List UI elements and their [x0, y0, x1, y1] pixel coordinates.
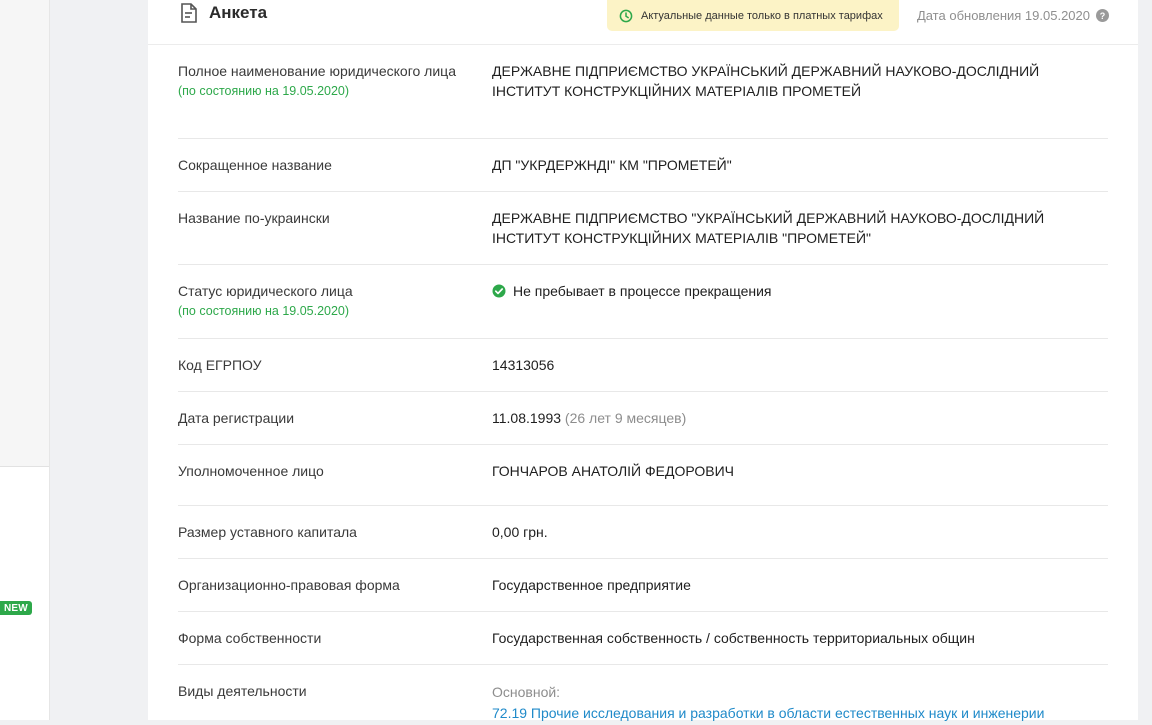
row-value: 0,00 грн.: [492, 524, 548, 540]
paid-banner-text: Актуальные данные только в платных тариф…: [641, 9, 883, 22]
registration-date: 11.08.1993: [492, 410, 562, 426]
row-value: Основной: 72.19 Прочие исследования и ра…: [492, 681, 1108, 723]
row-label-text: Полное наименование юридического лица: [178, 63, 456, 79]
profile-rows: Полное наименование юридического лица (п…: [178, 45, 1108, 725]
company-profile-card: Анкета Актуальные данные только в платны…: [148, 0, 1138, 721]
row-label: Дата регистрации: [178, 410, 295, 426]
activity-link[interactable]: 72.19 Прочие исследования и разработки в…: [492, 703, 1108, 723]
row-label: Код ЕГРПОУ: [178, 357, 262, 373]
row-label: Виды деятельности: [178, 683, 307, 699]
row-edrpou: Код ЕГРПОУ 14313056: [178, 339, 1108, 392]
new-badge[interactable]: NEW: [0, 601, 32, 615]
paid-data-banner[interactable]: Актуальные данные только в платных тариф…: [607, 0, 899, 31]
row-value: Государственная собственность / собствен…: [492, 630, 975, 646]
row-registration-date: Дата регистрации 11.08.1993 (26 лет 9 ме…: [178, 392, 1108, 445]
row-label: Название по-украински: [178, 210, 330, 226]
row-value: ДЕРЖАВНЕ ПІДПРИЄМСТВО "УКРАЇНСЬКИЙ ДЕРЖА…: [492, 210, 1045, 246]
status-text: Не пребывает в процессе прекращения: [513, 283, 772, 299]
row-label: Полное наименование юридического лица (п…: [178, 61, 468, 101]
row-value: Не пребывает в процессе прекращения: [492, 281, 1108, 301]
activity-caption: Основной:: [492, 684, 561, 700]
update-date: Дата обновления 19.05.2020: [916, 8, 1090, 23]
row-share-capital: Размер уставного капитала 0,00 грн.: [178, 506, 1108, 559]
row-sublabel: (по состоянию на 19.05.2020): [178, 84, 350, 98]
row-label-text: Статус юридического лица: [178, 283, 353, 299]
left-sidebar: NEW: [0, 0, 50, 720]
sidebar-top-panel: [0, 0, 49, 467]
document-icon: [181, 3, 197, 23]
row-label: Организационно-правовая форма: [178, 577, 400, 593]
svg-text:?: ?: [1100, 11, 1106, 21]
row-value: 14313056: [492, 357, 555, 373]
row-value: ДЕРЖАВНЕ ПІДПРИЄМСТВО УКРАЇНСЬКИЙ ДЕРЖАВ…: [492, 63, 1040, 99]
row-value: ДП "УКРДЕРЖНДІ" КМ "ПРОМЕТЕЙ": [492, 157, 732, 173]
row-label: Размер уставного капитала: [178, 524, 357, 540]
row-value: 11.08.1993 (26 лет 9 месяцев): [492, 408, 1108, 428]
row-label: Сокращенное название: [178, 157, 332, 173]
card-header: Анкета Актуальные данные только в платны…: [148, 0, 1138, 45]
authorized-person-link[interactable]: ГОНЧАРОВ АНАТОЛІЙ ФЕДОРОВИЧ: [492, 461, 1108, 481]
card-title-wrap: Анкета: [180, 2, 267, 24]
row-short-name: Сокращенное название ДП "УКРДЕРЖНДІ" КМ …: [178, 139, 1108, 192]
row-label: Уполномоченное лицо: [178, 463, 324, 479]
row-legal-form: Организационно-правовая форма Государств…: [178, 559, 1108, 612]
registration-age: (26 лет 9 месяцев): [564, 410, 687, 426]
row-ownership-form: Форма собственности Государственная собс…: [178, 612, 1108, 665]
row-activities: Виды деятельности Основной: 72.19 Прочие…: [178, 665, 1108, 725]
row-full-name: Полное наименование юридического лица (п…: [178, 45, 1108, 139]
check-circle-icon: [492, 284, 506, 298]
help-icon[interactable]: ?: [1096, 9, 1109, 22]
row-label: Форма собственности: [178, 630, 322, 646]
clock-icon: [619, 9, 633, 22]
row-ukrainian-name: Название по-украински ДЕРЖАВНЕ ПІДПРИЄМС…: [178, 192, 1108, 265]
row-legal-status: Статус юридического лица (по состоянию н…: [178, 265, 1108, 339]
row-sublabel: (по состоянию на 19.05.2020): [178, 304, 350, 318]
card-title: Анкета: [209, 3, 268, 22]
row-label: Статус юридического лица (по состоянию н…: [178, 281, 468, 321]
row-authorized-person: Уполномоченное лицо ГОНЧАРОВ АНАТОЛІЙ ФЕ…: [178, 445, 1108, 506]
row-value: Государственное предприятие: [492, 577, 691, 593]
